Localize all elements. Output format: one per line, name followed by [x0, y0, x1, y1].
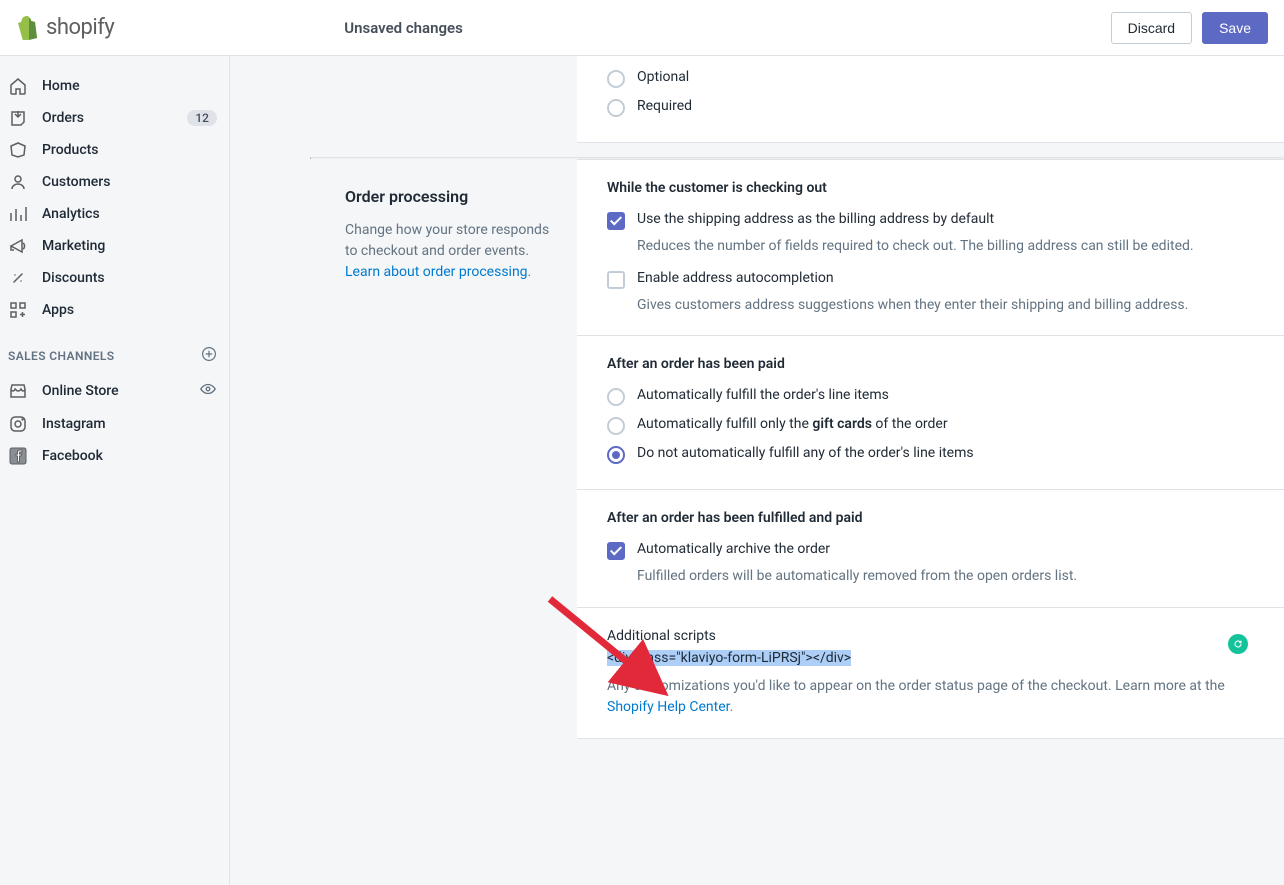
- top-partial-card: Optional Required: [577, 56, 1284, 143]
- option-hint: Gives customers address suggestions when…: [637, 296, 1264, 316]
- shopify-wordmark: shopify: [46, 15, 114, 40]
- view-store-icon[interactable]: [199, 380, 217, 402]
- discounts-icon: [8, 268, 28, 288]
- home-icon: [8, 76, 28, 96]
- radio-icon: [607, 70, 625, 88]
- period: .: [528, 264, 532, 280]
- nav-label: Instagram: [42, 416, 106, 432]
- option-hint: Fulfilled orders will be automatically r…: [637, 567, 1264, 587]
- subsection-heading: After an order has been fulfilled and pa…: [607, 510, 1264, 526]
- checkbox-auto-archive[interactable]: Automatically archive the order: [607, 536, 1264, 565]
- nav-label: Products: [42, 142, 99, 158]
- nav-instagram[interactable]: Instagram: [0, 408, 229, 440]
- nav-label: Analytics: [42, 206, 100, 222]
- nav-label: Home: [42, 78, 80, 94]
- nav-label: Marketing: [42, 238, 105, 254]
- nav-products[interactable]: Products: [0, 134, 229, 166]
- checkbox-label: Automatically archive the order: [637, 541, 830, 557]
- products-icon: [8, 140, 28, 160]
- checkbox-icon: [607, 271, 625, 289]
- checkbox-autocomplete[interactable]: Enable address autocompletion: [607, 265, 1264, 294]
- instagram-icon: [8, 414, 28, 434]
- radio-icon: [607, 388, 625, 406]
- checkbox-use-shipping[interactable]: Use the shipping address as the billing …: [607, 206, 1264, 235]
- radio-required[interactable]: Required: [607, 93, 1264, 122]
- nav-home[interactable]: Home: [0, 70, 229, 102]
- radio-icon: [607, 446, 625, 464]
- radio-optional[interactable]: Optional: [607, 64, 1264, 93]
- nav-customers[interactable]: Customers: [0, 166, 229, 198]
- nav-label: Discounts: [42, 270, 105, 286]
- radio-icon: [607, 99, 625, 117]
- while-checkout-section: While the customer is checking out Use t…: [577, 160, 1284, 335]
- nav-label: Customers: [42, 174, 110, 190]
- after-paid-section: After an order has been paid Automatical…: [577, 335, 1284, 489]
- hint-text: Any customizations you'd like to appear …: [607, 678, 1225, 694]
- main-content: Optional Required Order processing Chang…: [230, 56, 1284, 885]
- nav-label: Online Store: [42, 383, 119, 399]
- topbar: shopify Unsaved changes Discard Save: [0, 0, 1284, 56]
- period: .: [730, 699, 734, 715]
- checkbox-icon: [607, 542, 625, 560]
- radio-label: Required: [637, 98, 692, 114]
- sidebar: Home Orders 12 Products Customers Analyt…: [0, 56, 230, 885]
- subsection-heading: While the customer is checking out: [607, 180, 1264, 196]
- orders-badge: 12: [187, 110, 217, 126]
- desc-text: Change how your store responds to checko…: [345, 222, 549, 259]
- checkbox-icon: [607, 212, 625, 230]
- radio-label: Do not automatically fulfill any of the …: [637, 445, 974, 461]
- option-hint: Reduces the number of fields required to…: [637, 237, 1264, 257]
- shopify-bag-icon: [16, 16, 40, 40]
- marketing-icon: [8, 236, 28, 256]
- topbar-title: Unsaved changes: [344, 19, 463, 37]
- radio-label: Automatically fulfill only the gift card…: [637, 416, 948, 432]
- nav-orders[interactable]: Orders 12: [0, 102, 229, 134]
- additional-scripts-section: Additional scripts <div class="klaviyo-f…: [577, 607, 1284, 738]
- facebook-icon: [8, 446, 28, 466]
- subsection-heading: After an order has been paid: [607, 356, 1264, 372]
- save-button[interactable]: Save: [1202, 12, 1268, 44]
- radio-label: Automatically fulfill the order's line i…: [637, 387, 889, 403]
- radio-auto-fulfill-all[interactable]: Automatically fulfill the order's line i…: [607, 382, 1264, 411]
- radio-no-auto-fulfill[interactable]: Do not automatically fulfill any of the …: [607, 440, 1264, 469]
- analytics-icon: [8, 204, 28, 224]
- nav-apps[interactable]: Apps: [0, 294, 229, 326]
- add-channel-icon[interactable]: [201, 346, 217, 366]
- checkbox-label: Use the shipping address as the billing …: [637, 211, 994, 227]
- nav-facebook[interactable]: Facebook: [0, 440, 229, 472]
- order-processing-card: While the customer is checking out Use t…: [577, 159, 1284, 739]
- scripts-label: Additional scripts: [607, 628, 1260, 644]
- after-fulfilled-section: After an order has been fulfilled and pa…: [577, 489, 1284, 607]
- discard-button[interactable]: Discard: [1111, 12, 1192, 44]
- nav-label: Facebook: [42, 448, 103, 464]
- nav-discounts[interactable]: Discounts: [0, 262, 229, 294]
- apps-icon: [8, 300, 28, 320]
- online-store-icon: [8, 381, 28, 401]
- sales-channels-header: SALES CHANNELS: [0, 326, 229, 374]
- nav-label: Orders: [42, 110, 84, 126]
- section-side: Order processing Change how your store r…: [230, 159, 577, 303]
- shopify-logo[interactable]: shopify: [16, 15, 114, 40]
- sales-channels-label: SALES CHANNELS: [8, 349, 115, 363]
- nav-online-store[interactable]: Online Store: [0, 374, 229, 408]
- learn-about-link[interactable]: Learn about order processing: [345, 264, 528, 280]
- orders-icon: [8, 108, 28, 128]
- topbar-actions: Discard Save: [1111, 12, 1268, 44]
- additional-scripts-input[interactable]: <div class="klaviyo-form-LiPRSj"></div>: [607, 650, 1260, 666]
- scripts-hint: Any customizations you'd like to appear …: [607, 676, 1260, 718]
- radio-auto-fulfill-giftcards[interactable]: Automatically fulfill only the gift card…: [607, 411, 1264, 440]
- nav-marketing[interactable]: Marketing: [0, 230, 229, 262]
- help-center-link[interactable]: Shopify Help Center: [607, 699, 730, 715]
- section-title: Order processing: [345, 187, 557, 206]
- section-description: Change how your store responds to checko…: [345, 220, 557, 283]
- customers-icon: [8, 172, 28, 192]
- radio-label: Optional: [637, 69, 689, 85]
- radio-icon: [607, 417, 625, 435]
- nav-label: Apps: [42, 302, 74, 318]
- grammarly-icon[interactable]: [1228, 634, 1248, 654]
- nav-analytics[interactable]: Analytics: [0, 198, 229, 230]
- checkbox-label: Enable address autocompletion: [637, 270, 834, 286]
